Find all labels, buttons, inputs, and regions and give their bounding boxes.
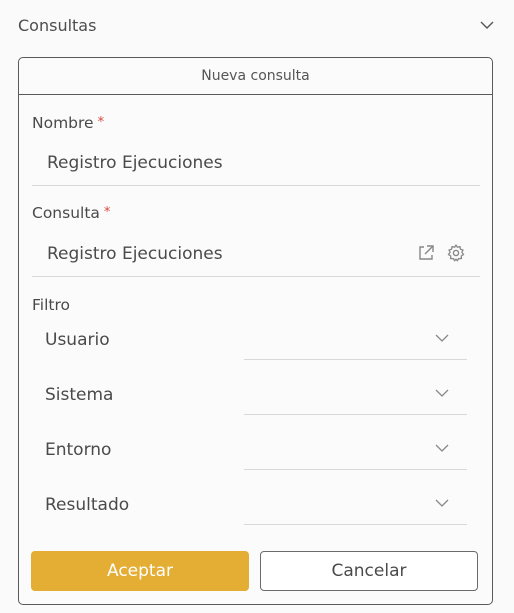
select-label: Usuario — [45, 330, 110, 350]
chevron-down-icon[interactable] — [433, 384, 451, 402]
select-label: Entorno — [45, 440, 112, 460]
chevron-down-icon[interactable] — [478, 16, 496, 34]
chevron-down-icon[interactable] — [433, 329, 451, 347]
chevron-down-icon[interactable] — [433, 494, 451, 512]
consulta-label: Consulta * — [32, 203, 110, 223]
select-box[interactable] — [244, 367, 467, 415]
nombre-label-text: Nombre — [32, 114, 94, 132]
consultas-section-header[interactable]: Consultas — [0, 0, 514, 52]
consulta-field[interactable]: Registro Ejecuciones — [32, 229, 480, 277]
select-box[interactable] — [244, 422, 467, 470]
accept-button[interactable]: Aceptar — [31, 551, 249, 591]
select-entorno[interactable]: Entorno — [32, 422, 480, 477]
external-link-icon[interactable] — [416, 243, 436, 263]
select-box[interactable] — [244, 312, 467, 360]
select-sistema[interactable]: Sistema — [32, 367, 480, 422]
chevron-down-icon[interactable] — [433, 439, 451, 457]
nombre-field[interactable]: Registro Ejecuciones — [32, 138, 480, 186]
new-query-panel: Nueva consulta Nombre * Registro Ejecucio… — [18, 57, 493, 605]
select-label: Resultado — [45, 495, 130, 515]
nombre-value[interactable]: Registro Ejecuciones — [47, 152, 223, 174]
gear-icon[interactable] — [446, 243, 466, 263]
required-mark: * — [103, 205, 111, 220]
consulta-value[interactable]: Registro Ejecuciones — [47, 243, 223, 265]
select-label: Sistema — [45, 385, 114, 405]
nombre-label: Nombre * — [32, 113, 104, 133]
select-resultado[interactable]: Resultado — [32, 477, 480, 532]
panel-title: Nueva consulta — [19, 58, 492, 95]
select-usuario[interactable]: Usuario — [32, 312, 480, 367]
required-mark: * — [97, 115, 105, 130]
consulta-label-text: Consulta — [32, 204, 100, 222]
cancel-button[interactable]: Cancelar — [260, 551, 478, 591]
section-title: Consultas — [18, 16, 97, 35]
select-box[interactable] — [244, 477, 467, 525]
